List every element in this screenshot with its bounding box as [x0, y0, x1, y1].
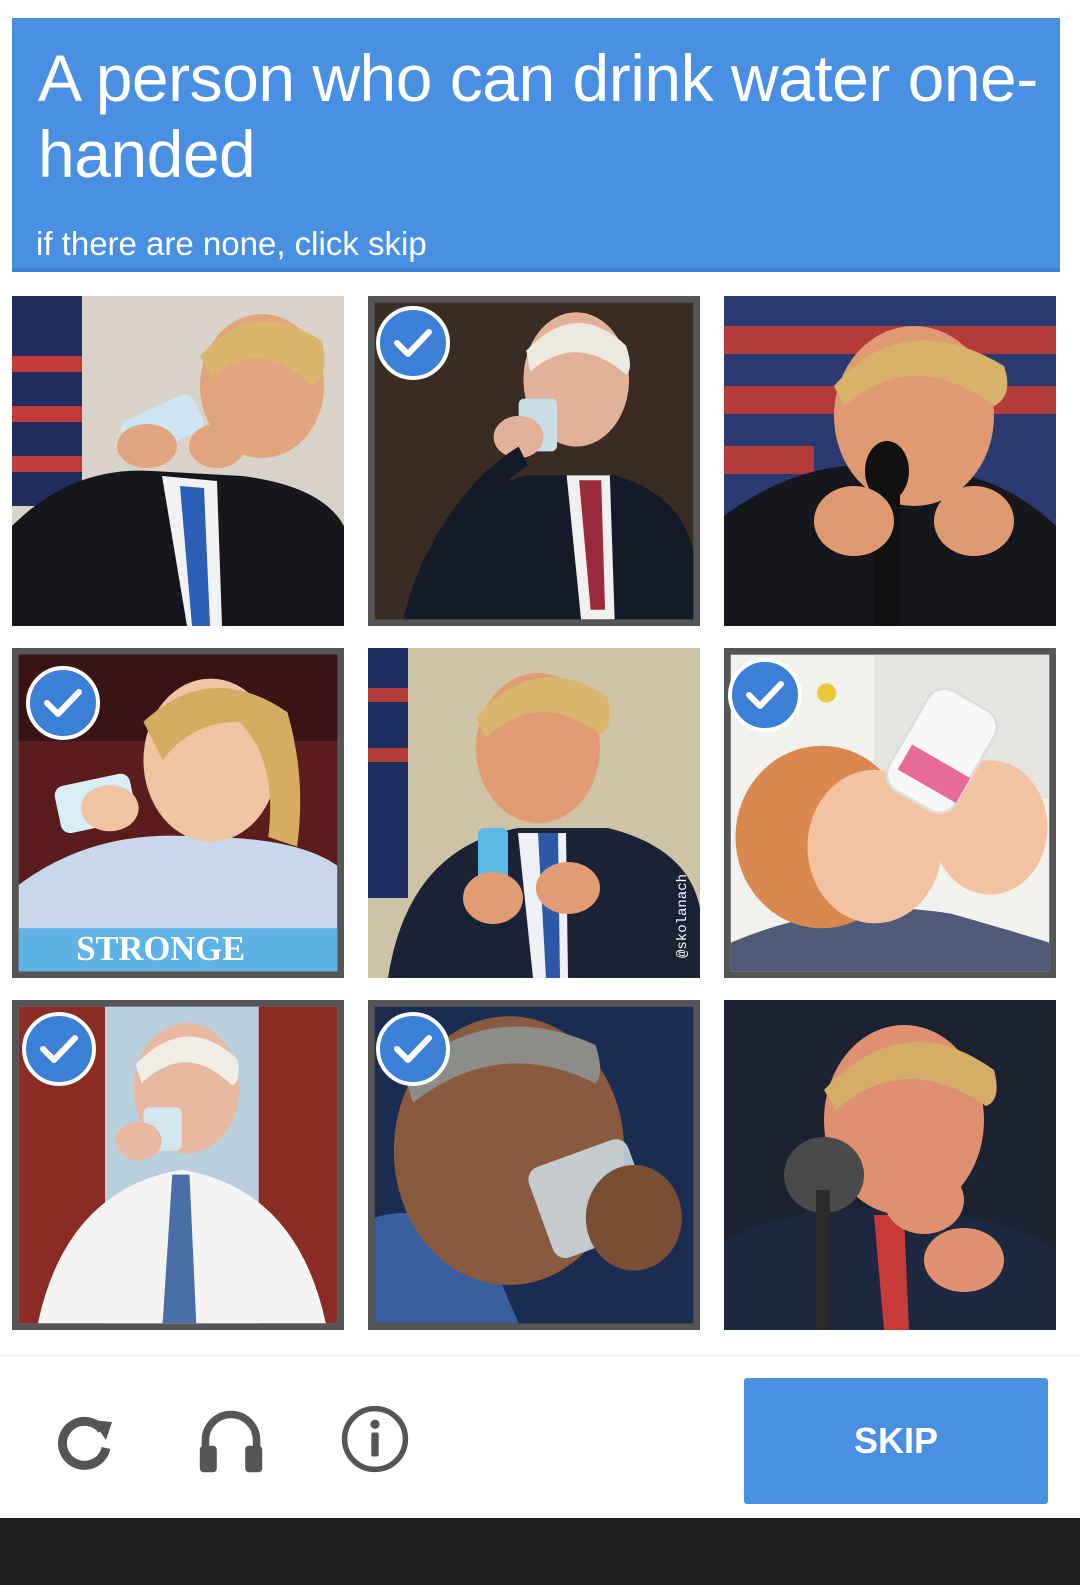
selected-check-icon [376, 306, 450, 380]
image-tile-4[interactable]: STRONGE [12, 648, 344, 978]
selected-check-icon [376, 1012, 450, 1086]
tile-9-image [724, 1000, 1056, 1330]
tile-3-image [724, 296, 1056, 626]
image-tile-8[interactable] [368, 1000, 700, 1330]
captcha-frame: A person who can drink water one-handed … [0, 0, 1080, 1585]
headphones-icon[interactable] [196, 1406, 266, 1476]
image-tile-7[interactable] [12, 1000, 344, 1330]
reload-icon[interactable] [50, 1406, 120, 1476]
bottom-bar [0, 1518, 1080, 1585]
tile-4-caption: STRONGE [76, 930, 245, 968]
challenge-header: A person who can drink water one-handed … [12, 18, 1060, 272]
challenge-subtitle: if there are none, click skip [36, 225, 427, 262]
image-tile-9[interactable] [724, 1000, 1056, 1330]
image-tile-6[interactable] [724, 648, 1056, 978]
image-tile-5[interactable]: @skolanach [368, 648, 700, 978]
selected-check-icon [26, 666, 100, 740]
footer-divider [0, 1355, 1080, 1356]
image-tile-2[interactable] [368, 296, 700, 626]
challenge-title: A person who can drink water one-handed [38, 41, 1038, 191]
tile-5-watermark: @skolanach [675, 874, 691, 958]
image-tile-1[interactable] [12, 296, 344, 626]
image-tile-3[interactable] [724, 296, 1056, 626]
tile-5-image: @skolanach [368, 648, 700, 978]
info-icon[interactable] [340, 1404, 410, 1474]
tile-1-image [12, 296, 344, 626]
selected-check-icon [728, 658, 802, 732]
selected-check-icon [22, 1012, 96, 1086]
image-grid: STRONGE @skolanach [12, 296, 1060, 1336]
skip-button[interactable]: SKIP [744, 1378, 1048, 1504]
